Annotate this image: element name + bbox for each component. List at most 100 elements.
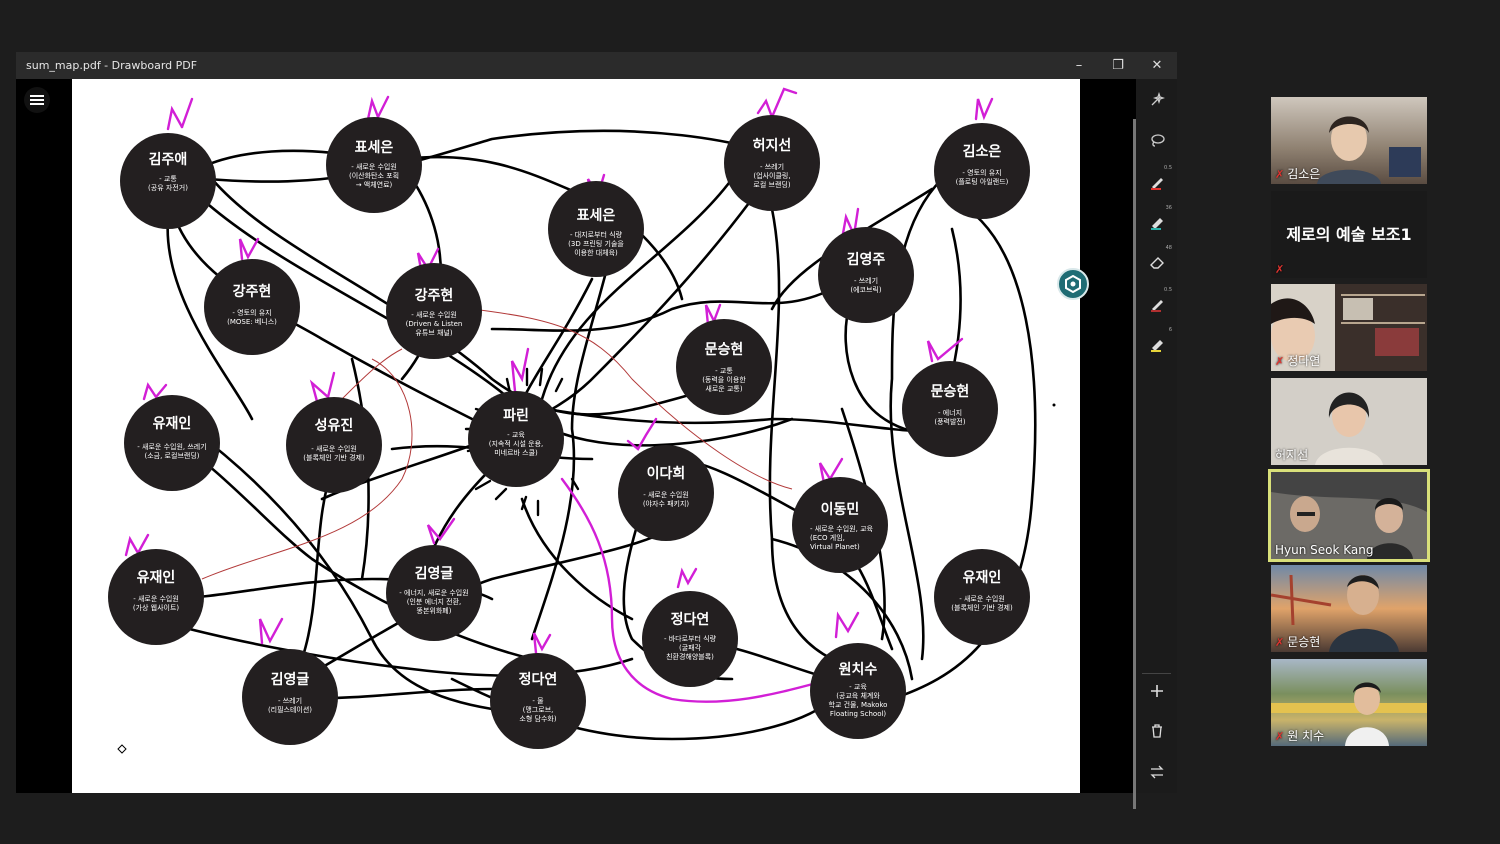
node-name: 성유진 (314, 418, 354, 434)
participant-name: 정다연 (1287, 354, 1321, 368)
lasso-icon[interactable] (1144, 129, 1170, 151)
muted-mic-icon: ✗ (1275, 355, 1285, 368)
topic-node[interactable]: 김소은 - 영토의 유지 (플로팅 아일랜드) (934, 123, 1030, 219)
participant-name: 제로의 예술 보조1 (1286, 225, 1412, 244)
highlighter-size-label: 36 (1165, 205, 1172, 211)
topic-node[interactable]: 정다연 - 물 (맹그로브, 소형 담수화) (490, 653, 586, 749)
topic-node[interactable]: 이다희 - 새로운 수입원 (야자수 패키지) (618, 445, 714, 541)
node-description: - 새로운 수입원 (블록체인 기반 경제) (951, 595, 1013, 612)
hamburger-menu-icon[interactable] (24, 87, 50, 113)
node-description: - 교통 (동력을 이용한 새로운 교통) (702, 367, 746, 393)
topic-node[interactable]: 원치수 - 교육 (공교육 체계와 학교 건물, Makoko Floating … (810, 643, 906, 739)
topic-node[interactable]: 강주현 - 영토의 유지 (MOSE: 베니스) (204, 259, 300, 355)
node-description: - 영토의 유지 (플로팅 아일랜드) (955, 169, 1009, 186)
pen-dark-icon[interactable]: 0.5 (1144, 287, 1172, 315)
participant-tile[interactable]: 허지선 (1271, 378, 1427, 465)
highlighter-size-label: 6 (1168, 327, 1172, 333)
participant-tile[interactable]: ✗ 김소은 (1271, 97, 1427, 184)
muted-mic-icon: ✗ (1275, 636, 1285, 649)
topic-node[interactable]: 유재인 - 새로운 수입원, 쓰레기 (소금, 로컬브랜딩) (124, 395, 220, 491)
node-name: 김영주 (846, 252, 886, 268)
topic-node[interactable]: 김영글 - 에너지, 새로운 수입원 (인분 에너지 전환, 똥본위화폐) (386, 545, 482, 641)
drawboard-window: sum_map.pdf - Drawboard PDF – ❐ ✕ 김주애 - … (16, 52, 1177, 809)
ink-toolbar: 0.5 36 48 0.5 6 (1136, 79, 1177, 793)
topic-node[interactable]: 김영글 - 쓰레기 (리필스테이션) (242, 649, 338, 745)
topic-node[interactable]: 김영주 - 쓰레기 (에코브릭) (818, 227, 914, 323)
node-description: - 새로운 수입원, 교육 (ECO 게임, Virtual Planet) (810, 525, 873, 551)
node-description: - 새로운 수입원 (블록체인 기반 경제) (303, 445, 365, 462)
highlighter-yellow-icon[interactable]: 6 (1144, 327, 1172, 355)
node-name: 표세은 (354, 140, 394, 156)
node-name: 김영글 (414, 566, 454, 582)
node-name: 이동민 (820, 502, 860, 518)
participant-tile-active-speaker[interactable]: Hyun Seok Kang (1268, 469, 1430, 562)
node-name: 유재인 (136, 570, 176, 586)
trash-icon[interactable] (1144, 720, 1170, 742)
pen-size-label: 0.5 (1164, 287, 1172, 293)
topic-node[interactable]: 유재인 - 새로운 수입원 (가상 웹사이트) (108, 549, 204, 645)
add-icon[interactable] (1144, 680, 1170, 702)
node-name: 유재인 (962, 570, 1002, 586)
muted-mic-icon: ✗ (1275, 263, 1285, 276)
highlighter-teal-icon[interactable]: 36 (1144, 205, 1172, 233)
topic-node[interactable]: 강주현 - 새로운 수입원 (Driven & Listen 유튜브 채널) (386, 263, 482, 359)
participant-label: 허지선 (1275, 446, 1308, 463)
muted-mic-icon: ✗ (1275, 730, 1285, 743)
participant-name: 허지선 (1275, 448, 1309, 462)
participant-tile[interactable]: ✗ 정다연 (1271, 284, 1427, 371)
participant-name: 김소은 (1287, 167, 1321, 181)
node-description: - 쓰레기 (에코브릭) (850, 277, 882, 294)
node-description: - 교통 (공유 자전거) (148, 175, 188, 192)
node-description: - 새로운 수입원 (가상 웹사이트) (132, 595, 180, 612)
participant-tile[interactable]: ✗ 원 치수 (1271, 659, 1427, 746)
topic-node[interactable]: 김주애 - 교통 (공유 자전거) (120, 133, 216, 229)
magic-select-icon[interactable] (1144, 89, 1170, 111)
topic-node[interactable]: 파린 - 교육 (지속적 시설 운용, 미네르바 스쿨) (468, 391, 564, 487)
node-name: 문승현 (930, 384, 970, 400)
window-title: sum_map.pdf - Drawboard PDF (26, 59, 198, 72)
participant-tile[interactable]: 제로의 예술 보조1 ✗ (1271, 191, 1427, 278)
swap-toolbar-icon[interactable] (1144, 761, 1170, 783)
node-description: - 쓰레기 (리필스테이션) (267, 697, 313, 714)
node-name: 강주현 (232, 284, 272, 300)
topic-node[interactable]: 유재인 - 새로운 수입원 (블록체인 기반 경제) (934, 549, 1030, 645)
node-description: - 새로운 수입원 (이산화탄소 포획 → 액체연료) (348, 163, 400, 189)
topic-node[interactable]: 문승현 - 교통 (동력을 이용한 새로운 교통) (676, 319, 772, 415)
node-name: 유재인 (152, 416, 192, 432)
node-name: 김소은 (962, 144, 1002, 160)
participant-label: ✗ 정다연 (1275, 352, 1320, 369)
pdf-page[interactable]: 김주애 - 교통 (공유 자전거) 표세은 - 새로운 수입원 (이산화탄소 포획 … (72, 79, 1080, 793)
topic-node[interactable]: 표세은 - 새로운 수입원 (이산화탄소 포획 → 액체연료) (326, 117, 422, 213)
radial-menu-button[interactable] (1057, 268, 1089, 300)
node-name: 김주애 (148, 152, 188, 168)
maximize-button[interactable]: ❐ (1099, 52, 1137, 79)
node-description: - 교육 (공교육 체계와 학교 건물, Makoko Floating Sch… (828, 683, 888, 718)
node-name: 정다연 (518, 672, 558, 688)
toolbar-divider (1142, 673, 1171, 674)
topic-node[interactable]: 정다연 - 바다로부터 식량 (굴패각 친환경해양블록) (642, 591, 738, 687)
topic-node[interactable]: 이동민 - 새로운 수입원, 교육 (ECO 게임, Virtual Planet… (792, 477, 888, 573)
pen-red-icon[interactable]: 0.5 (1144, 165, 1172, 193)
topic-node[interactable]: 문승현 - 에너지 (풍력발전) (902, 361, 998, 457)
node-description: - 새로운 수입원 (Driven & Listen 유튜브 채널) (405, 311, 463, 337)
eraser-size-label: 48 (1165, 245, 1172, 251)
node-description: - 교육 (지속적 시설 운용, 미네르바 스쿨) (488, 431, 544, 457)
participant-label: Hyun Seok Kang (1275, 543, 1374, 557)
participant-label: ✗ 원 치수 (1275, 727, 1324, 744)
node-name: 파린 (503, 408, 529, 424)
participant-label: ✗ 문승현 (1275, 633, 1320, 650)
topic-node[interactable]: 표세은 - 대지로부터 식량 (3D 프린팅 기술을 이용한 대체육) (548, 181, 644, 277)
topic-node[interactable]: 허지선 - 쓰레기 (업사이클링, 로컬 브랜딩) (724, 115, 820, 211)
close-button[interactable]: ✕ (1138, 52, 1176, 79)
participant-name: 문승현 (1287, 635, 1321, 649)
node-description: - 물 (맹그로브, 소형 담수화) (519, 697, 557, 723)
title-bar: sum_map.pdf - Drawboard PDF – ❐ ✕ (16, 52, 1177, 79)
node-name: 원치수 (838, 662, 878, 678)
node-name: 허지선 (752, 138, 792, 154)
minimize-button[interactable]: – (1060, 52, 1098, 79)
topic-node[interactable]: 성유진 - 새로운 수입원 (블록체인 기반 경제) (286, 397, 382, 493)
participant-tile[interactable]: ✗ 문승현 (1271, 565, 1427, 652)
node-description: - 대지로부터 식량 (3D 프린팅 기술을 이용한 대체육) (568, 231, 624, 257)
node-name: 강주현 (414, 288, 454, 304)
eraser-icon[interactable]: 48 (1144, 245, 1172, 273)
